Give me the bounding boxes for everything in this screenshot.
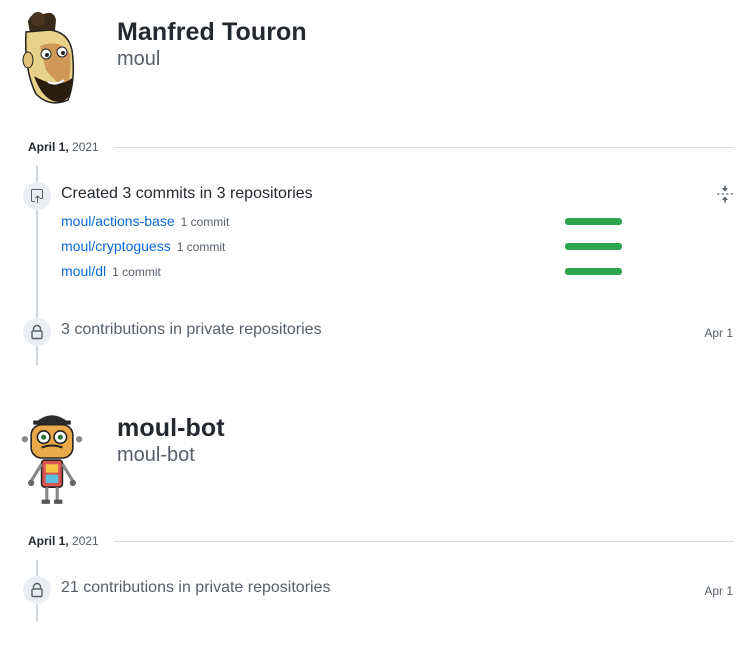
date-divider: April 1, 2021 xyxy=(28,140,734,154)
commit-count[interactable]: 1 commit xyxy=(177,240,226,254)
repo-row: moul/dl 1 commit xyxy=(61,263,161,283)
repo-link[interactable]: moul/cryptoguess xyxy=(61,238,171,254)
contribution-date: Apr 1 xyxy=(704,326,733,340)
repo-row: moul/actions-base 1 commit xyxy=(61,213,229,233)
fold-icon[interactable] xyxy=(716,185,734,203)
commit-bar xyxy=(565,243,622,250)
lock-icon xyxy=(31,582,43,598)
divider-line xyxy=(114,541,734,542)
commits-badge xyxy=(23,182,51,210)
date-year: 2021 xyxy=(72,534,99,548)
private-contributions: 3 contributions in private repositories xyxy=(61,321,322,338)
lock-icon xyxy=(31,324,43,340)
repo-push-icon xyxy=(31,189,43,203)
date-label: April 1, 2021 xyxy=(28,534,99,548)
date-month-day: April 1, xyxy=(28,534,69,548)
commit-bar xyxy=(565,268,622,275)
profile-name[interactable]: moul-bot xyxy=(117,414,225,443)
commit-count[interactable]: 1 commit xyxy=(112,265,161,279)
avatar[interactable] xyxy=(10,10,86,110)
contribution-date: Apr 1 xyxy=(704,584,733,598)
commits-summary: Created 3 commits in 3 repositories xyxy=(61,185,313,202)
date-month-day: April 1, xyxy=(28,140,69,154)
divider-line xyxy=(114,147,734,148)
profile-name[interactable]: Manfred Touron xyxy=(117,18,307,47)
repo-row: moul/cryptoguess 1 commit xyxy=(61,238,225,258)
commit-bar xyxy=(565,218,622,225)
repo-link[interactable]: moul/actions-base xyxy=(61,213,175,229)
profile-login[interactable]: moul xyxy=(117,48,160,71)
private-badge xyxy=(23,576,51,604)
profile-login[interactable]: moul-bot xyxy=(117,444,195,467)
avatar[interactable] xyxy=(14,408,90,508)
date-divider: April 1, 2021 xyxy=(28,534,734,548)
private-contributions: 21 contributions in private repositories xyxy=(61,579,331,596)
private-badge xyxy=(23,318,51,346)
date-year: 2021 xyxy=(72,140,99,154)
repo-link[interactable]: moul/dl xyxy=(61,263,106,279)
commit-count[interactable]: 1 commit xyxy=(181,215,230,229)
date-label: April 1, 2021 xyxy=(28,140,99,154)
